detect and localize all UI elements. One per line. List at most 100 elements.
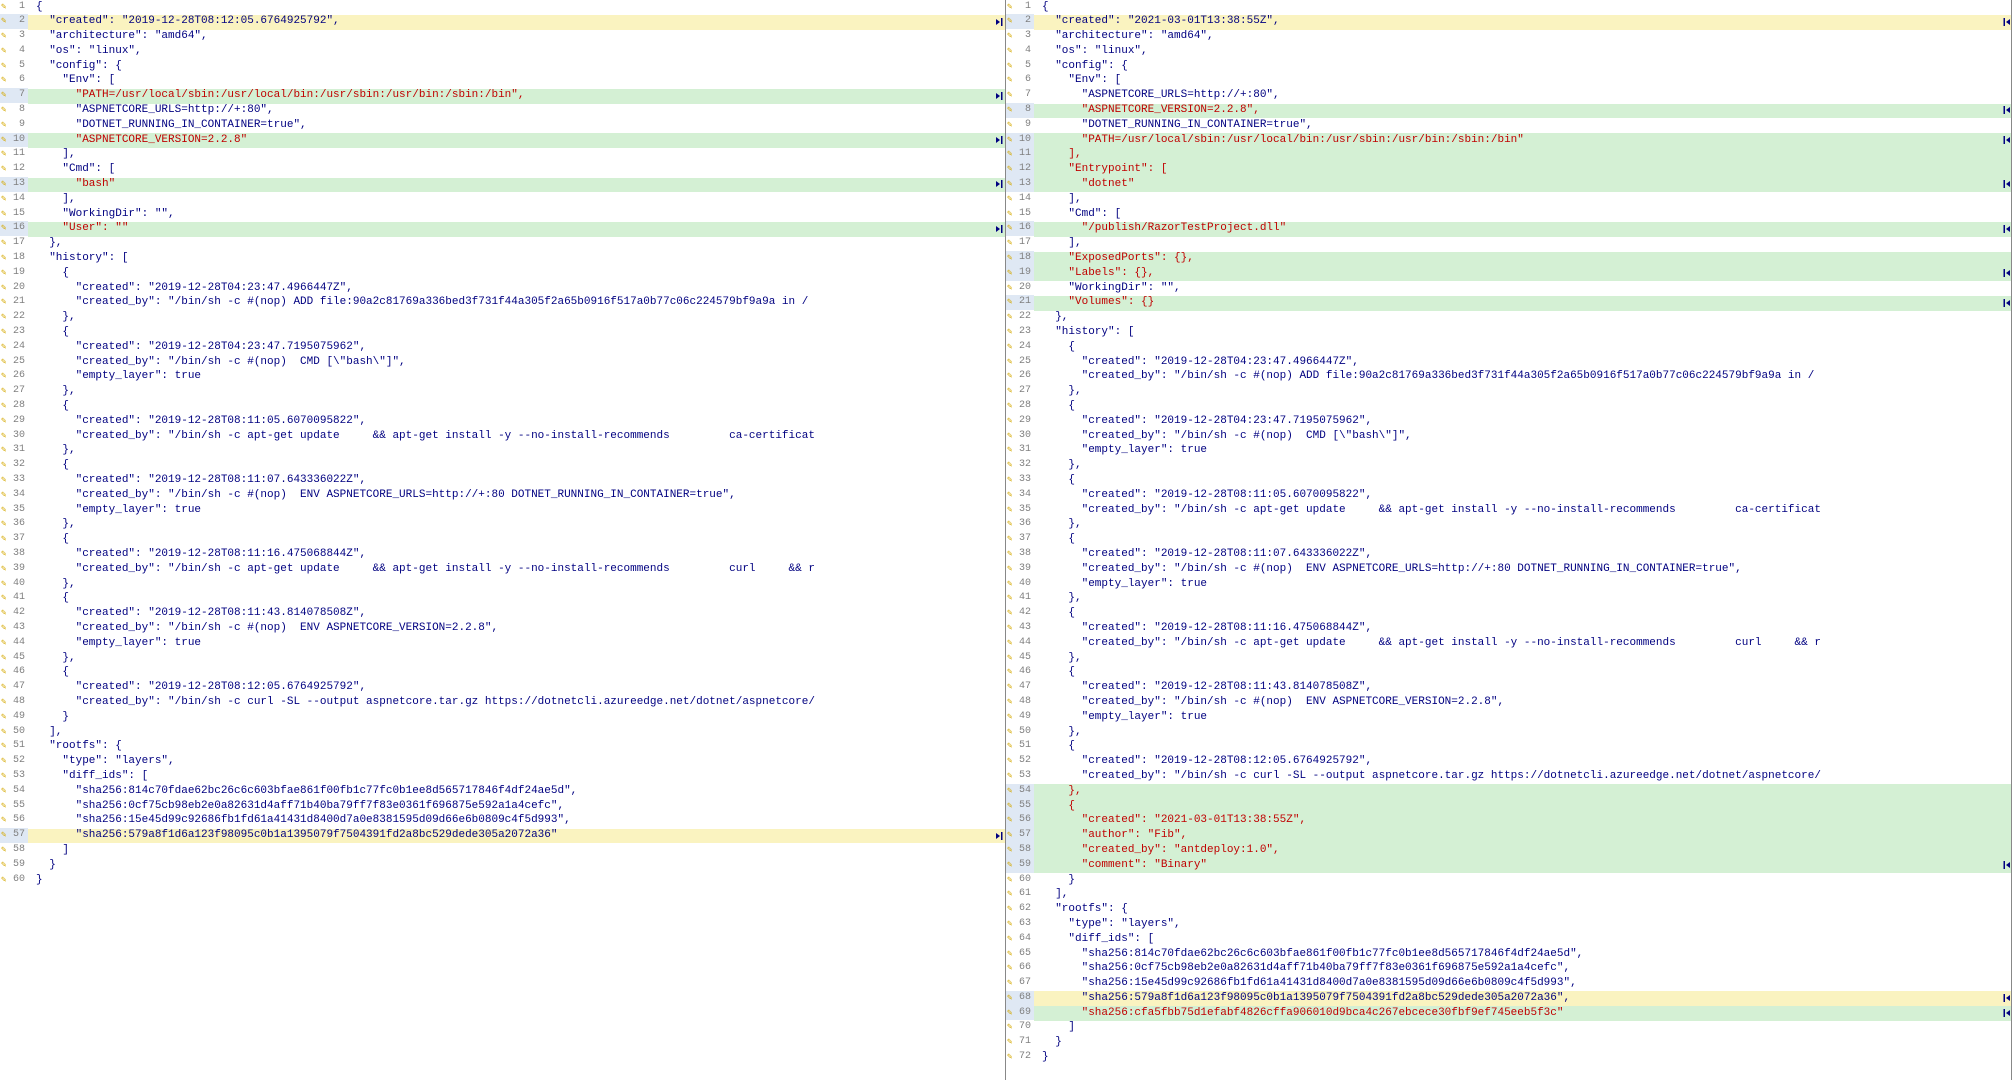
code-row[interactable]: ✎3 "architecture": "amd64", [0,30,1005,45]
code-row[interactable]: ✎33 { [1006,474,2011,489]
code-row[interactable]: ✎35 "empty_layer": true [0,503,1005,518]
code-row[interactable]: ✎67 "sha256:15e45d99c92686fb1fd61a41431d… [1006,977,2011,992]
code-row[interactable]: ✎13 "bash" [0,178,1005,193]
code-row[interactable]: ✎62 "rootfs": { [1006,903,2011,918]
code-row[interactable]: ✎44 "empty_layer": true [0,636,1005,651]
code-row[interactable]: ✎14 ], [1006,192,2011,207]
code-row[interactable]: ✎27 }, [0,385,1005,400]
code-row[interactable]: ✎10 "PATH=/usr/local/sbin:/usr/local/bin… [1006,133,2011,148]
code-row[interactable]: ✎27 }, [1006,385,2011,400]
code-row[interactable]: ✎23 { [0,326,1005,341]
code-row[interactable]: ✎31 }, [0,444,1005,459]
code-row[interactable]: ✎34 "created_by": "/bin/sh -c #(nop) ENV… [0,488,1005,503]
code-row[interactable]: ✎61 ], [1006,888,2011,903]
code-row[interactable]: ✎29 "created": "2019-12-28T08:11:05.6070… [0,414,1005,429]
diff-marker[interactable] [2001,1008,2011,1018]
code-row[interactable]: ✎39 "created_by": "/bin/sh -c apt-get up… [0,562,1005,577]
code-row[interactable]: ✎50 ], [0,725,1005,740]
code-row[interactable]: ✎16 "User": "" [0,222,1005,237]
code-row[interactable]: ✎53 "diff_ids": [ [0,769,1005,784]
diff-marker[interactable] [2001,298,2011,308]
diff-marker[interactable] [995,831,1005,841]
code-row[interactable]: ✎42 { [1006,607,2011,622]
code-row[interactable]: ✎44 "created_by": "/bin/sh -c apt-get up… [1006,636,2011,651]
diff-marker[interactable] [995,224,1005,234]
code-row[interactable]: ✎48 "created_by": "/bin/sh -c #(nop) ENV… [1006,695,2011,710]
code-row[interactable]: ✎43 "created_by": "/bin/sh -c #(nop) ENV… [0,621,1005,636]
code-row[interactable]: ✎31 "empty_layer": true [1006,444,2011,459]
code-row[interactable]: ✎64 "diff_ids": [ [1006,932,2011,947]
code-row[interactable]: ✎18 "ExposedPorts": {}, [1006,252,2011,267]
code-row[interactable]: ✎28 { [1006,400,2011,415]
code-row[interactable]: ✎40 "empty_layer": true [1006,577,2011,592]
diff-marker[interactable] [995,91,1005,101]
code-row[interactable]: ✎2 "created": "2021-03-01T13:38:55Z", [1006,15,2011,30]
code-row[interactable]: ✎35 "created_by": "/bin/sh -c apt-get up… [1006,503,2011,518]
code-row[interactable]: ✎21 "Volumes": {} [1006,296,2011,311]
code-row[interactable]: ✎63 "type": "layers", [1006,917,2011,932]
code-row[interactable]: ✎52 "type": "layers", [0,755,1005,770]
code-row[interactable]: ✎38 "created": "2019-12-28T08:11:16.4750… [0,547,1005,562]
code-row[interactable]: ✎24 "created": "2019-12-28T04:23:47.7195… [0,340,1005,355]
code-row[interactable]: ✎17 ], [1006,237,2011,252]
code-row[interactable]: ✎13 "dotnet" [1006,178,2011,193]
code-row[interactable]: ✎1{ [1006,0,2011,15]
code-row[interactable]: ✎40 }, [0,577,1005,592]
code-row[interactable]: ✎49 } [0,710,1005,725]
code-row[interactable]: ✎55 "sha256:0cf75cb98eb2e0a82631d4aff71b… [0,799,1005,814]
diff-marker[interactable] [995,179,1005,189]
code-row[interactable]: ✎21 "created_by": "/bin/sh -c #(nop) ADD… [0,296,1005,311]
code-row[interactable]: ✎51 { [1006,740,2011,755]
code-row[interactable]: ✎2 "created": "2019-12-28T08:12:05.67649… [0,15,1005,30]
code-row[interactable]: ✎5 "config": { [1006,59,2011,74]
code-row[interactable]: ✎30 "created_by": "/bin/sh -c #(nop) CMD… [1006,429,2011,444]
diff-marker[interactable] [2001,860,2011,870]
left-pane[interactable]: ✎1{✎2 "created": "2019-12-28T08:12:05.67… [0,0,1006,1080]
code-row[interactable]: ✎30 "created_by": "/bin/sh -c apt-get up… [0,429,1005,444]
code-row[interactable]: ✎3 "architecture": "amd64", [1006,30,2011,45]
right-pane[interactable]: ✎1{✎2 "created": "2021-03-01T13:38:55Z",… [1006,0,2012,1080]
code-row[interactable]: ✎46 { [1006,666,2011,681]
code-row[interactable]: ✎43 "created": "2019-12-28T08:11:16.4750… [1006,621,2011,636]
code-row[interactable]: ✎32 { [0,459,1005,474]
code-row[interactable]: ✎23 "history": [ [1006,326,2011,341]
code-row[interactable]: ✎55 { [1006,799,2011,814]
code-row[interactable]: ✎26 "empty_layer": true [0,370,1005,385]
code-row[interactable]: ✎26 "created_by": "/bin/sh -c #(nop) ADD… [1006,370,2011,385]
code-row[interactable]: ✎20 "created": "2019-12-28T04:23:47.4966… [0,281,1005,296]
code-row[interactable]: ✎15 "WorkingDir": "", [0,207,1005,222]
code-row[interactable]: ✎20 "WorkingDir": "", [1006,281,2011,296]
code-row[interactable]: ✎15 "Cmd": [ [1006,207,2011,222]
code-row[interactable]: ✎48 "created_by": "/bin/sh -c curl -SL -… [0,695,1005,710]
code-row[interactable]: ✎37 { [0,533,1005,548]
code-row[interactable]: ✎5 "config": { [0,59,1005,74]
code-row[interactable]: ✎16 "/publish/RazorTestProject.dll" [1006,222,2011,237]
code-row[interactable]: ✎8 "ASPNETCORE_URLS=http://+:80", [0,104,1005,119]
code-row[interactable]: ✎25 "created_by": "/bin/sh -c #(nop) CMD… [0,355,1005,370]
code-row[interactable]: ✎52 "created": "2019-12-28T08:12:05.6764… [1006,755,2011,770]
code-row[interactable]: ✎36 }, [1006,518,2011,533]
code-row[interactable]: ✎47 "created": "2019-12-28T08:11:43.8140… [1006,681,2011,696]
code-row[interactable]: ✎9 "DOTNET_RUNNING_IN_CONTAINER=true", [1006,118,2011,133]
code-row[interactable]: ✎56 "created": "2021-03-01T13:38:55Z", [1006,814,2011,829]
diff-marker[interactable] [2001,17,2011,27]
code-row[interactable]: ✎24 { [1006,340,2011,355]
code-row[interactable]: ✎8 "ASPNETCORE_VERSION=2.2.8", [1006,104,2011,119]
code-row[interactable]: ✎50 }, [1006,725,2011,740]
code-row[interactable]: ✎56 "sha256:15e45d99c92686fb1fd61a41431d… [0,814,1005,829]
code-row[interactable]: ✎46 { [0,666,1005,681]
code-row[interactable]: ✎6 "Env": [ [1006,74,2011,89]
code-row[interactable]: ✎41 }, [1006,592,2011,607]
code-row[interactable]: ✎22 }, [0,311,1005,326]
code-row[interactable]: ✎29 "created": "2019-12-28T04:23:47.7195… [1006,414,2011,429]
code-row[interactable]: ✎69 "sha256:cfa5fbb75d1efabf4826cffa9060… [1006,1006,2011,1021]
code-row[interactable]: ✎59 } [0,858,1005,873]
code-row[interactable]: ✎1{ [0,0,1005,15]
code-row[interactable]: ✎57 "sha256:579a8f1d6a123f98095c0b1a1395… [0,829,1005,844]
diff-marker[interactable] [995,135,1005,145]
code-row[interactable]: ✎19 { [0,266,1005,281]
code-row[interactable]: ✎41 { [0,592,1005,607]
code-row[interactable]: ✎45 }, [1006,651,2011,666]
code-row[interactable]: ✎37 { [1006,533,2011,548]
code-row[interactable]: ✎54 }, [1006,784,2011,799]
